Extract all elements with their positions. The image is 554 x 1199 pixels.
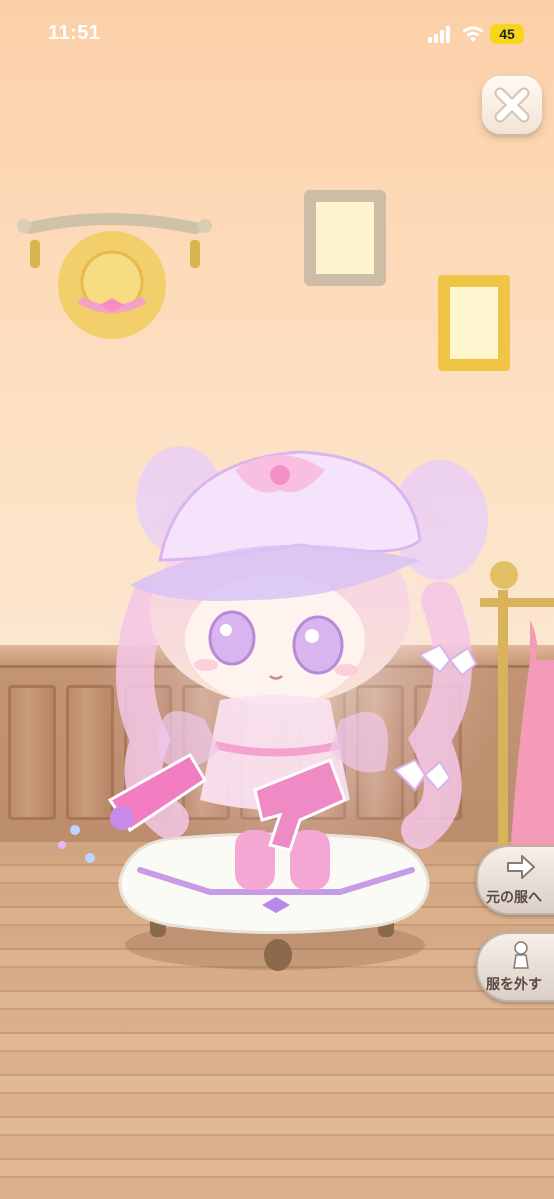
close-icon (494, 87, 530, 123)
battery-icon: 45 (490, 24, 524, 44)
undress-icon (513, 941, 529, 969)
undress-button[interactable]: 服を外す (476, 932, 554, 1002)
avatar-character (58, 430, 500, 890)
revert-outfit-label: 元の服へ (486, 890, 542, 906)
undress-label: 服を外す (486, 977, 542, 993)
status-time: 11:51 (48, 22, 101, 44)
arrow-right-icon (507, 855, 535, 879)
dress-up-scene: 11:51 45 元の服へ 服を外す (0, 0, 554, 1199)
revert-outfit-button[interactable]: 元の服へ (476, 845, 554, 915)
wifi-icon (462, 26, 484, 42)
signal-icon (428, 26, 454, 43)
close-button[interactable] (482, 76, 542, 134)
status-bar: 11:51 45 (0, 0, 554, 70)
